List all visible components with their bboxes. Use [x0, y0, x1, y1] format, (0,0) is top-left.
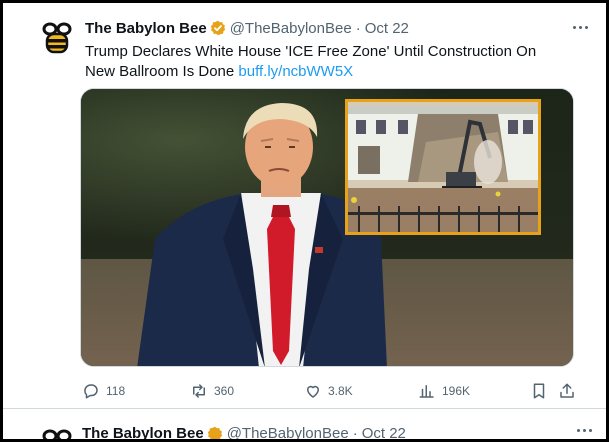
tweet-date[interactable]: Oct 22 — [365, 20, 409, 37]
repost-action[interactable]: 360 — [190, 380, 234, 402]
tweet-header: The Babylon Bee @TheBabylonBee · Oct 22 — [85, 17, 585, 39]
inset-construction-photo — [345, 99, 541, 235]
like-action[interactable]: 3.8K — [304, 380, 353, 402]
more-options-icon[interactable] — [577, 429, 592, 432]
reply-icon — [84, 384, 98, 399]
separator-dot: · — [355, 19, 361, 37]
like-count: 3.8K — [328, 384, 353, 398]
tweet-content: The Babylon Bee @TheBabylonBee · Oct 22 … — [85, 17, 585, 82]
reply-action[interactable]: 118 — [82, 380, 125, 402]
bookmark-action[interactable] — [530, 380, 548, 402]
views-chart-icon — [419, 385, 434, 398]
next-tweet[interactable]: The Babylon Bee @TheBabylonBee · Oct 22 — [3, 409, 606, 439]
tweet-media-image[interactable] — [80, 88, 574, 367]
views-action[interactable]: 196K — [418, 380, 470, 402]
author-name[interactable]: The Babylon Bee — [82, 425, 204, 439]
author-name[interactable]: The Babylon Bee — [85, 20, 207, 37]
more-options-icon[interactable] — [568, 19, 592, 35]
tweet-link[interactable]: buff.ly/ncbWW5X — [238, 63, 353, 80]
verified-badge-icon[interactable] — [210, 20, 226, 36]
share-action[interactable] — [558, 380, 576, 402]
views-count: 196K — [442, 384, 471, 398]
construction-illustration — [348, 102, 538, 232]
bee-logo-icon[interactable] — [39, 19, 75, 55]
bee-logo-icon[interactable] — [39, 426, 75, 439]
tweet-date[interactable]: Oct 22 — [362, 425, 406, 439]
author-handle[interactable]: @TheBabylonBee — [230, 20, 352, 37]
repost-icon — [193, 384, 205, 398]
bookmark-icon — [533, 383, 545, 399]
separator-dot: · — [352, 425, 358, 439]
verified-badge-icon[interactable] — [207, 426, 223, 440]
author-handle[interactable]: @TheBabylonBee — [227, 425, 349, 439]
repost-count: 360 — [214, 384, 235, 398]
reply-count: 118 — [106, 384, 126, 398]
heart-icon — [307, 385, 319, 398]
tweet-actions: 118 360 3.8K 196K — [80, 380, 580, 402]
next-tweet-header: The Babylon Bee @TheBabylonBee · Oct 22 — [82, 425, 406, 439]
tweet-text: Trump Declares White House 'ICE Free Zon… — [85, 42, 565, 82]
share-icon — [560, 383, 574, 398]
